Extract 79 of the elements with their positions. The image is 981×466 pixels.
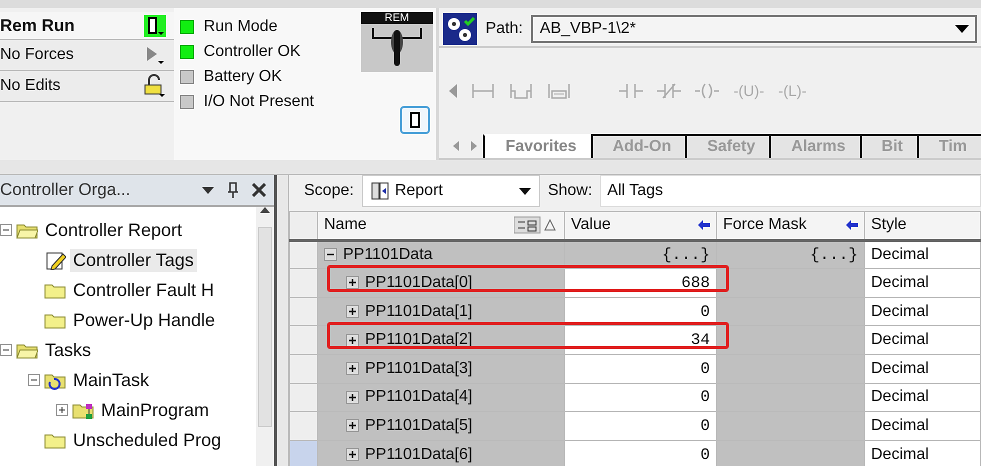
tag-name: PP1101Data[2]	[365, 331, 472, 350]
expand-icon[interactable]	[56, 404, 68, 416]
style-cell[interactable]: Decimal	[864, 326, 980, 354]
scrollbar-thumb[interactable]	[258, 227, 272, 427]
column-header[interactable]: Name	[318, 212, 564, 240]
left-arrow-icon[interactable]	[698, 220, 710, 230]
value-cell[interactable]: 0	[564, 412, 716, 440]
close-icon[interactable]	[252, 183, 266, 197]
tag-name: PP1101Data[1]	[365, 302, 472, 321]
style-cell[interactable]: Decimal	[864, 354, 980, 384]
tag-name: PP1101Data[6]	[365, 446, 472, 464]
value-cell[interactable]: 0	[564, 354, 716, 384]
tree-item[interactable]: Tasks	[42, 338, 94, 362]
tag-name: PP1101Data[0]	[365, 274, 472, 292]
left-arrow-icon[interactable]	[846, 220, 858, 230]
expand-icon[interactable]	[346, 390, 359, 404]
padlock-icon[interactable]	[142, 74, 166, 98]
value-cell[interactable]: 0	[564, 383, 716, 412]
path-label: Path:	[485, 20, 523, 38]
tree-item[interactable]: Controller Report	[42, 218, 186, 242]
tag-name: PP1101Data[3]	[365, 360, 472, 378]
path-dropdown[interactable]: AB_VBP-1\2*	[530, 15, 977, 43]
indicator-label: Run Mode	[204, 18, 278, 36]
tree-item[interactable]: Power-Up Handle	[70, 308, 218, 332]
tree-item[interactable]: Controller Fault H	[70, 278, 218, 302]
dropdown-caret-icon	[955, 25, 969, 33]
style-cell[interactable]: Decimal	[864, 412, 980, 440]
tree-item[interactable]: Controller Tags	[70, 248, 197, 272]
status-label: Rem Run	[0, 16, 75, 36]
column-header[interactable]: Force Mask	[716, 212, 864, 240]
palette-tab[interactable]: Favorites	[483, 134, 591, 158]
tree-item[interactable]: MainProgram	[98, 398, 212, 422]
style-cell[interactable]: Decimal	[864, 268, 980, 298]
controller-icon	[410, 112, 420, 128]
style-cell[interactable]: Decimal	[864, 383, 980, 412]
controller-mode-icon[interactable]	[144, 14, 166, 36]
indicator-label: I/O Not Present	[204, 92, 314, 110]
panel-title: Controller Orga...	[0, 180, 132, 200]
dropdown-caret-icon[interactable]	[202, 186, 214, 194]
value-cell[interactable]: 0	[564, 440, 716, 466]
pin-icon[interactable]	[228, 182, 238, 198]
scope-dropdown[interactable]: Report	[362, 175, 540, 207]
controller-icon	[370, 181, 389, 201]
expand-icon[interactable]	[346, 448, 359, 462]
status-label: No Edits	[0, 77, 60, 95]
collapse-icon[interactable]	[0, 344, 12, 356]
style-cell[interactable]: Decimal	[864, 240, 980, 269]
tag-name: PP1101Data[5]	[365, 416, 472, 435]
status-label: No Forces	[0, 46, 74, 64]
dropdown-caret-icon	[518, 188, 531, 194]
key-lock-label: REM	[360, 12, 433, 24]
expand-icon[interactable]	[346, 334, 359, 347]
column-header[interactable]: Style	[864, 212, 980, 240]
expand-icon[interactable]	[346, 276, 359, 290]
scope-label: Scope:	[304, 182, 354, 200]
splitter-bar[interactable]	[274, 175, 289, 466]
force-mask-cell: {...}	[716, 240, 864, 269]
tag-name: PP1101Data[4]	[365, 388, 472, 406]
controller-button[interactable]	[400, 106, 430, 134]
collapse-icon[interactable]	[324, 248, 337, 262]
indicator-label: Controller OK	[204, 42, 301, 60]
column-options-icon[interactable]	[514, 216, 558, 234]
indicator-label: Battery OK	[204, 68, 282, 86]
tree-item[interactable]: Unscheduled Prog	[70, 428, 224, 452]
expand-icon[interactable]	[346, 419, 359, 432]
collapse-icon[interactable]	[28, 374, 40, 386]
tag-name: PP1101Data	[343, 246, 433, 264]
notepad-pencil-icon	[44, 250, 66, 270]
style-cell[interactable]: Decimal	[864, 440, 980, 466]
show-filter-field[interactable]: All Tags	[600, 175, 981, 207]
collapse-icon[interactable]	[0, 224, 12, 236]
expand-icon[interactable]	[346, 305, 359, 318]
row-header[interactable]	[290, 240, 318, 269]
gears-icon[interactable]	[443, 13, 478, 45]
column-header[interactable]: Value	[564, 212, 716, 240]
show-label: Show:	[548, 182, 592, 200]
tree-item[interactable]: MainTask	[70, 368, 152, 392]
expand-icon[interactable]	[346, 362, 359, 376]
style-cell[interactable]: Decimal	[864, 297, 980, 326]
